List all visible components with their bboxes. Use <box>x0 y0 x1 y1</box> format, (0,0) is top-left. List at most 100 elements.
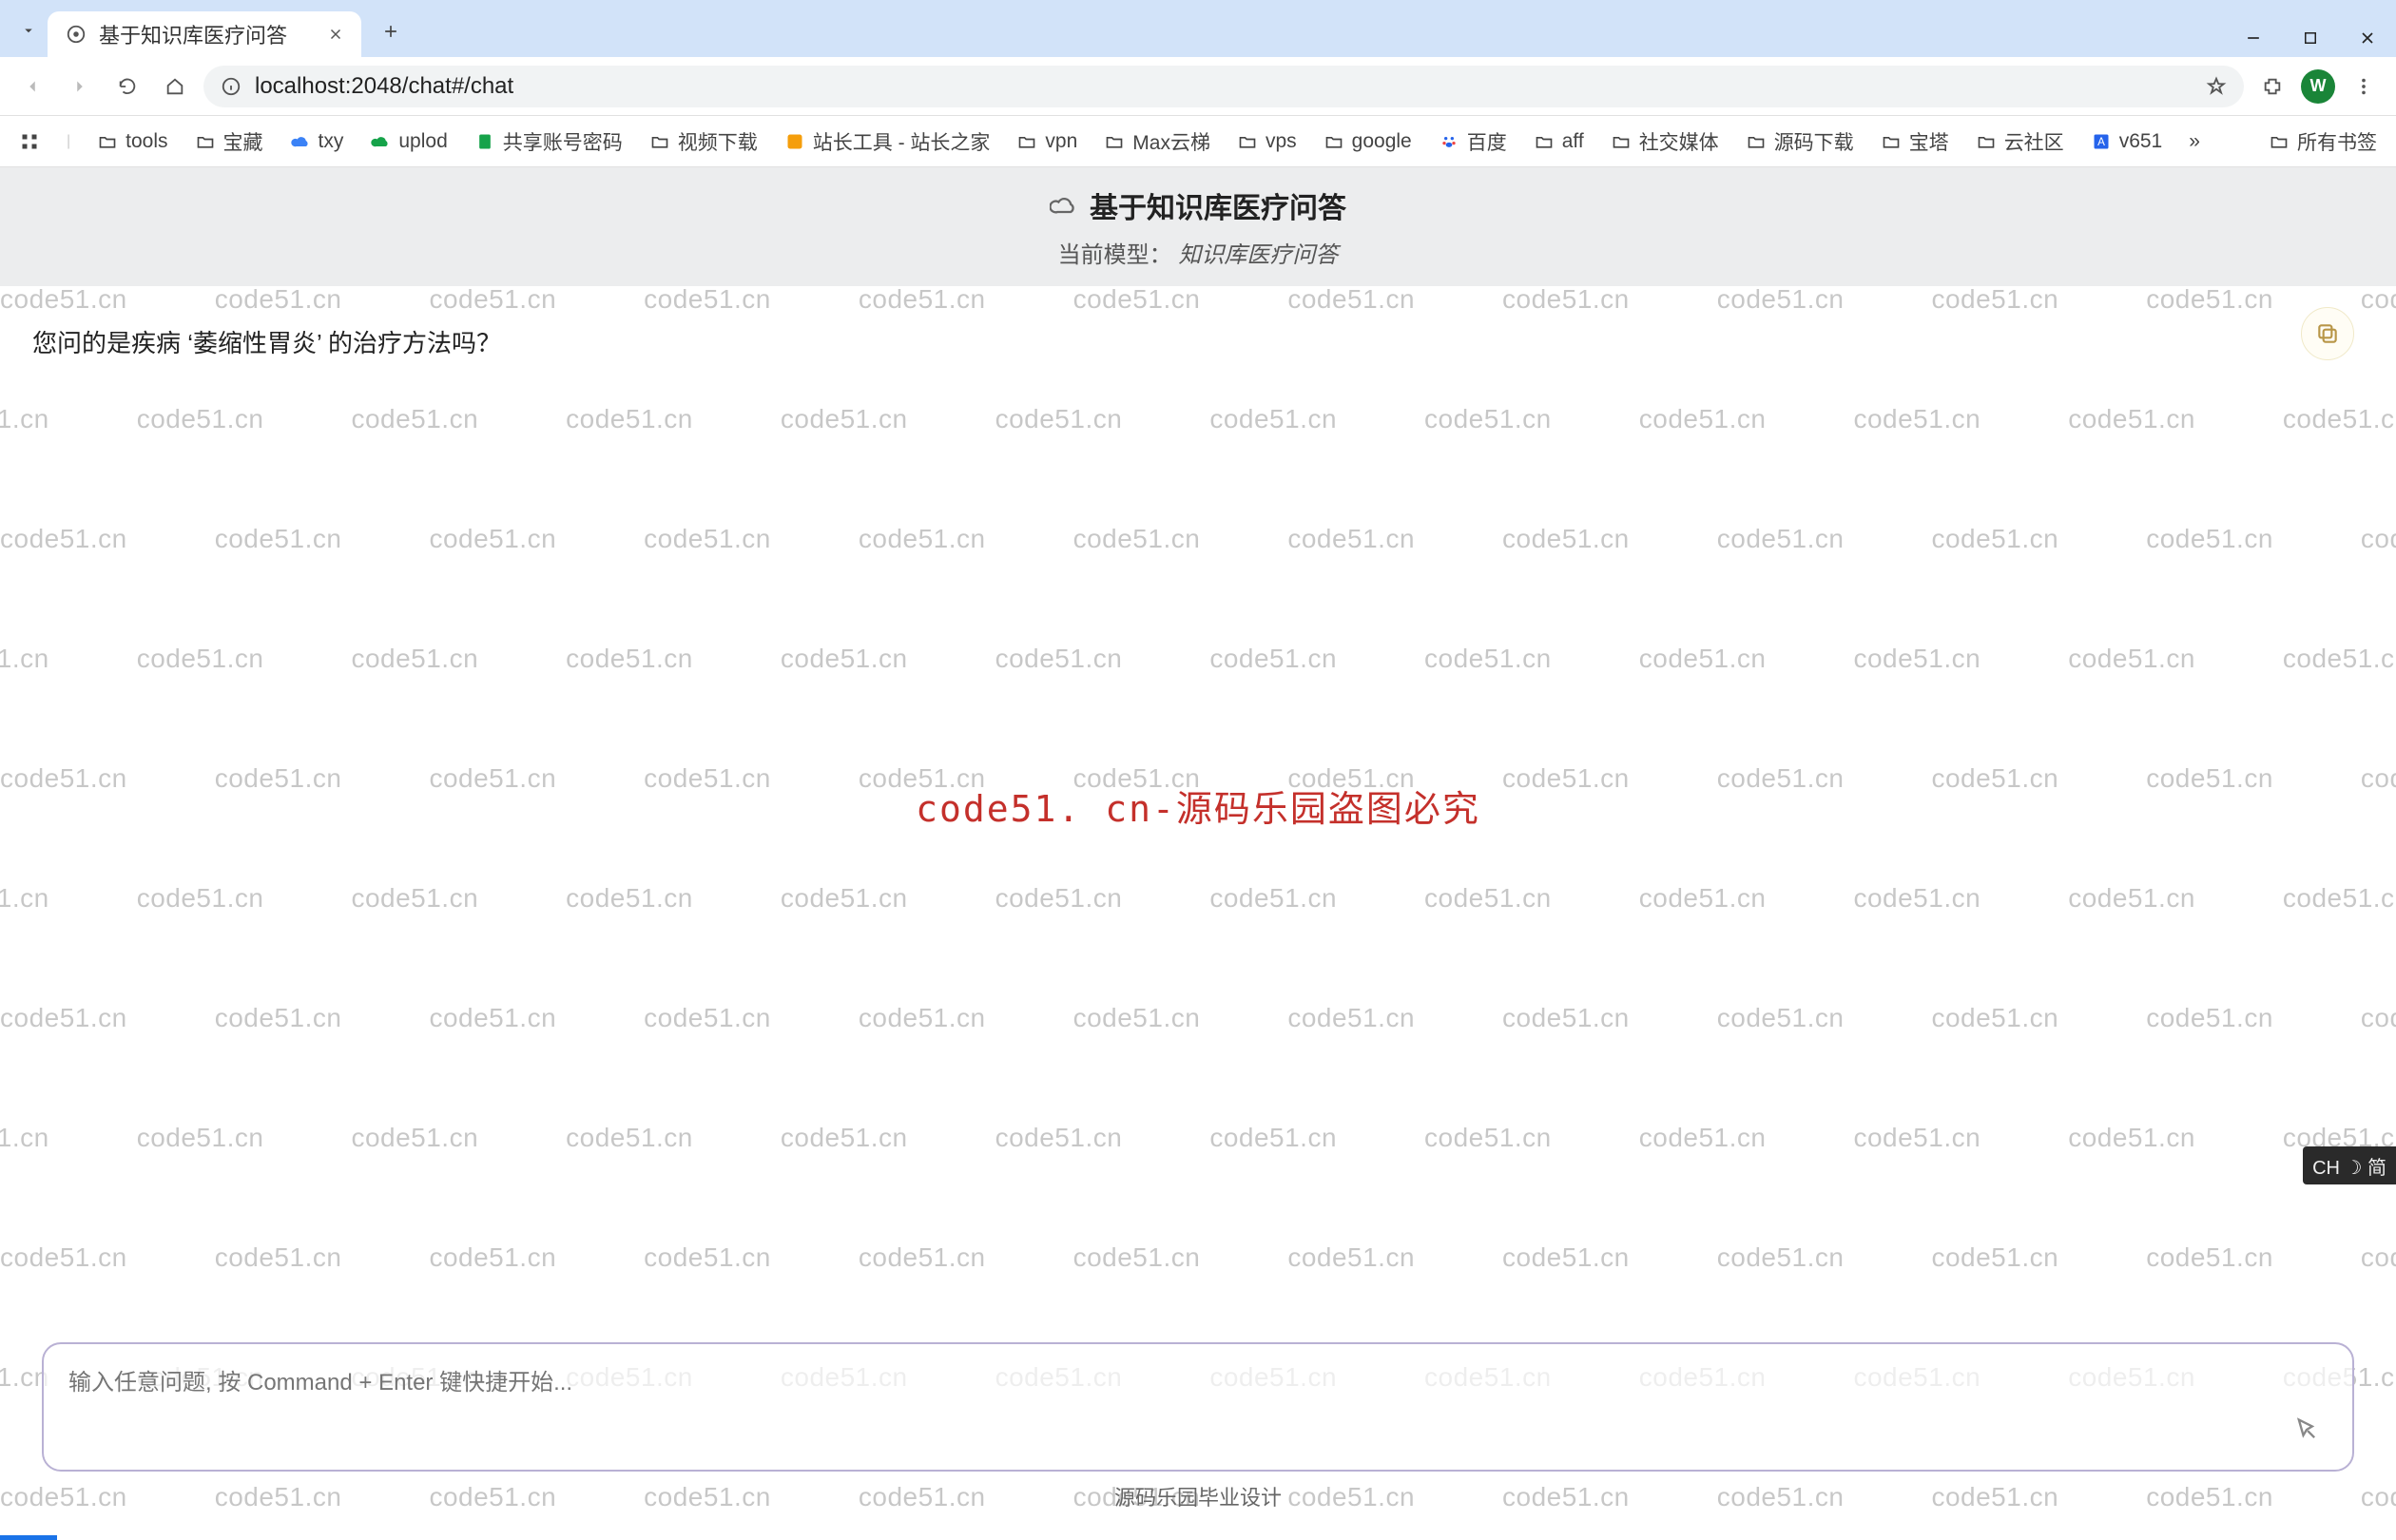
navigation-toolbar: localhost:2048/chat#/chat W <box>0 57 2396 116</box>
folder-icon <box>1104 131 1125 152</box>
bookmark-label: tools <box>126 130 167 153</box>
bookmark-label: 视频下载 <box>678 127 758 156</box>
bookmark-label: 百度 <box>1467 127 1507 156</box>
bookmark-item[interactable]: 百度 <box>1439 127 1507 156</box>
bookmark-item[interactable]: 共享账号密码 <box>474 127 623 156</box>
bookmark-label: 云社区 <box>2004 127 2064 156</box>
tabs-dropdown-button[interactable] <box>10 11 48 49</box>
folder-icon <box>1881 131 1902 152</box>
arrow-left-icon <box>22 76 43 97</box>
close-icon <box>327 26 344 43</box>
bookmark-item[interactable]: 源码下载 <box>1746 127 1854 156</box>
ime-indicator[interactable]: CH ☽ 简 <box>2303 1146 2396 1184</box>
input-dock <box>42 1342 2354 1472</box>
bookmark-item[interactable]: 站长工具 - 站长之家 <box>784 127 991 156</box>
page-header: 基于知识库医疗问答 当前模型： 知识库医疗问答 <box>0 167 2396 286</box>
kebab-icon <box>2353 76 2374 97</box>
bookmark-label: uplod <box>398 130 447 153</box>
tab-favicon-icon <box>65 23 87 46</box>
chat-input-box[interactable] <box>42 1342 2354 1472</box>
all-bookmarks-button[interactable]: 所有书签 <box>2269 127 2377 156</box>
bookmark-item[interactable]: tools <box>97 130 167 153</box>
folder-icon <box>1976 131 1997 152</box>
titlebar: 基于知识库医疗问答 <box>0 0 2396 57</box>
bookmark-item[interactable]: uplod <box>370 130 447 153</box>
minimize-icon <box>2244 29 2263 48</box>
bookmark-label: v651 <box>2119 130 2163 153</box>
doc-green-icon <box>474 131 495 152</box>
star-icon <box>2206 76 2227 97</box>
minimize-button[interactable] <box>2225 19 2282 57</box>
reload-button[interactable] <box>108 67 146 106</box>
send-button[interactable] <box>2286 1409 2328 1451</box>
copy-button[interactable] <box>2301 307 2354 360</box>
bookmark-label: 源码下载 <box>1774 127 1854 156</box>
bookmark-item[interactable]: 云社区 <box>1976 127 2064 156</box>
footer-note: 源码乐园毕业设计 <box>0 1481 2396 1511</box>
bookmark-label: 社交媒体 <box>1639 127 1719 156</box>
chevron-double-right-icon: » <box>2189 130 2200 153</box>
bookmark-label: 宝塔 <box>1909 127 1949 156</box>
bookmark-star-button[interactable] <box>2206 76 2227 97</box>
folder-icon <box>649 131 670 152</box>
bookmark-label: Max云梯 <box>1132 127 1210 156</box>
home-icon <box>164 76 185 97</box>
folder-icon <box>1534 131 1555 152</box>
bookmark-label: 宝藏 <box>223 127 263 156</box>
assistant-message: 您问的是疾病 ‘萎缩性胃炎’ 的治疗方法吗？ <box>32 324 1664 359</box>
folder-icon <box>1016 131 1037 152</box>
model-name: 知识库医疗问答 <box>1178 242 1338 268</box>
arrow-right-icon <box>69 76 90 97</box>
folder-icon <box>1237 131 1258 152</box>
paw-icon <box>1439 131 1459 152</box>
profile-avatar[interactable]: W <box>2301 69 2335 104</box>
bookmark-label: vpn <box>1045 130 1077 153</box>
bookmarks-overflow-button[interactable]: » <box>2189 130 2200 153</box>
bookmark-item[interactable]: 视频下载 <box>649 127 758 156</box>
home-button[interactable] <box>156 67 194 106</box>
current-model-row: 当前模型： 知识库医疗问答 <box>1058 236 1339 269</box>
model-prefix: 当前模型： <box>1058 242 1172 268</box>
bookmark-item[interactable]: 宝藏 <box>195 127 263 156</box>
svg-text:A: A <box>2097 136 2105 148</box>
bookmark-label: 共享账号密码 <box>503 127 623 156</box>
chevron-down-icon <box>20 22 37 39</box>
folder-icon <box>195 131 216 152</box>
folder-icon <box>97 131 118 152</box>
bookmark-item[interactable]: Max云梯 <box>1104 127 1210 156</box>
extensions-button[interactable] <box>2253 67 2291 106</box>
maximize-button[interactable] <box>2282 19 2339 57</box>
bookmark-item[interactable]: 社交媒体 <box>1611 127 1719 156</box>
url-bar[interactable]: localhost:2048/chat#/chat <box>203 66 2244 107</box>
menu-button[interactable] <box>2345 67 2383 106</box>
close-window-button[interactable] <box>2339 19 2396 57</box>
cursor-click-icon <box>2293 1416 2320 1443</box>
bookmark-item[interactable]: google <box>1324 130 1412 153</box>
chat-input[interactable] <box>68 1363 2286 1451</box>
folder-icon <box>2269 131 2290 152</box>
bookmark-item[interactable]: vps <box>1237 130 1297 153</box>
reload-icon <box>117 76 138 97</box>
tab-close-button[interactable] <box>327 26 344 43</box>
apps-grid-button[interactable] <box>19 131 40 152</box>
url-text: localhost:2048/chat#/chat <box>255 73 2193 100</box>
forward-button[interactable] <box>61 67 99 106</box>
all-bookmarks-label: 所有书签 <box>2297 127 2377 156</box>
cloud-icon <box>1050 192 1076 219</box>
folder-icon <box>1746 131 1767 152</box>
bookmark-item[interactable]: vpn <box>1016 130 1077 153</box>
browser-tab[interactable]: 基于知识库医疗问答 <box>48 11 361 57</box>
bookmarks-separator: | <box>67 133 70 150</box>
bookmark-item[interactable]: Av651 <box>2091 130 2163 153</box>
tab-title: 基于知识库医疗问答 <box>99 19 316 49</box>
bookmark-item[interactable]: aff <box>1534 130 1584 153</box>
back-button[interactable] <box>13 67 51 106</box>
puzzle-icon <box>2262 76 2283 97</box>
cloud-green-icon <box>370 131 391 152</box>
bookmark-item[interactable]: txy <box>290 130 344 153</box>
bookmarks-bar: | tools 宝藏 txy uplod 共享账号密码 视频下载站长工具 - 站长之家 vp… <box>0 116 2396 167</box>
bookmark-label: vps <box>1266 130 1297 153</box>
bookmark-item[interactable]: 宝塔 <box>1881 127 1949 156</box>
new-tab-button[interactable] <box>371 11 411 51</box>
site-info-icon[interactable] <box>221 76 242 97</box>
